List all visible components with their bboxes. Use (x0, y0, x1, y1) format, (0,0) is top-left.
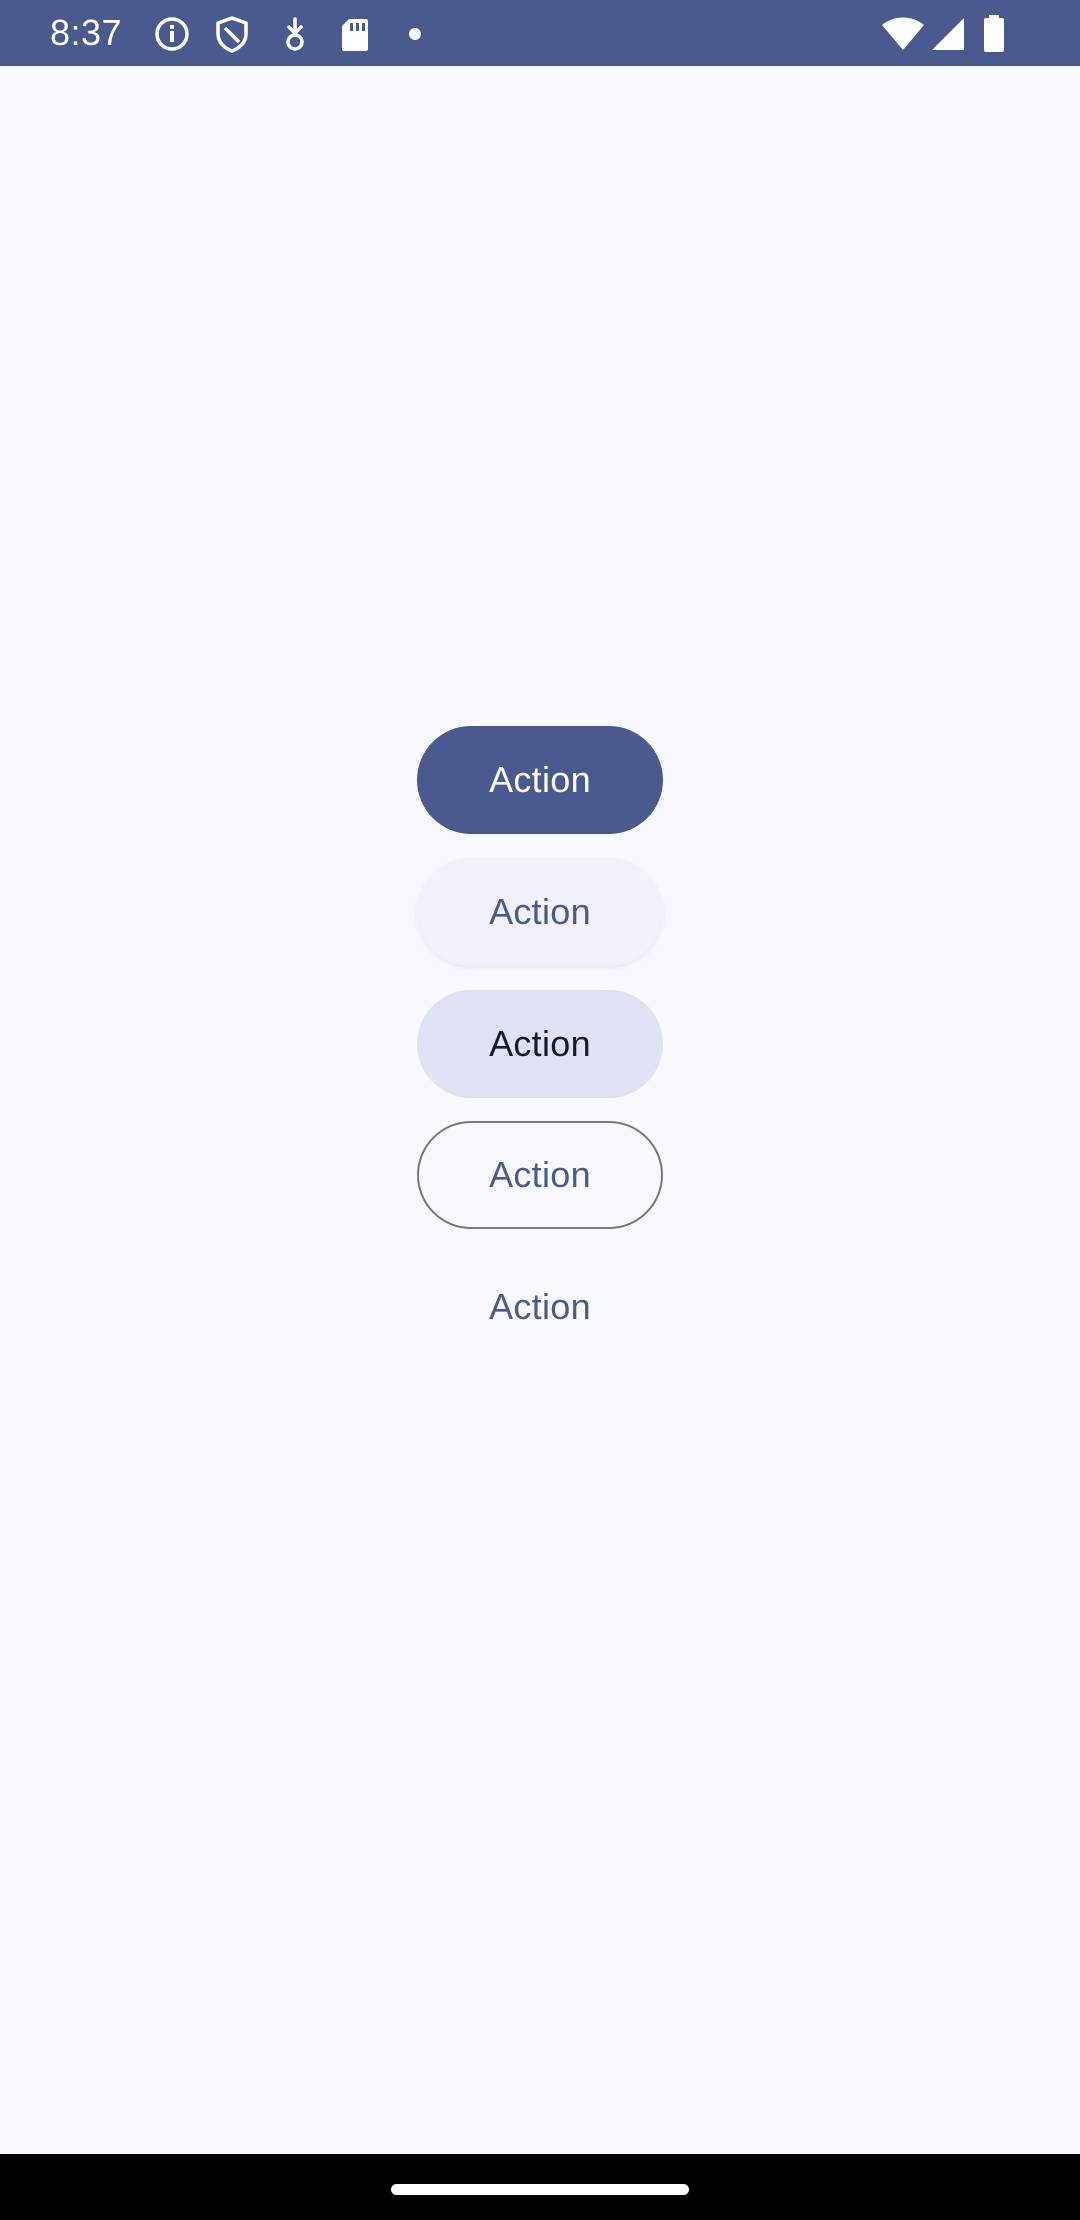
download-icon (275, 14, 315, 54)
notification-dot-icon (395, 14, 435, 54)
battery-icon (980, 14, 1008, 54)
filled-button-label: Action (489, 759, 591, 800)
sd-card-icon (335, 14, 375, 54)
tonal-button-label: Action (489, 1023, 591, 1064)
tonal-action-button[interactable]: Action (417, 990, 663, 1098)
info-icon (152, 14, 192, 54)
text-action-button[interactable]: Action (417, 1253, 663, 1361)
navigation-bar (0, 2154, 1080, 2220)
wifi-icon (880, 14, 926, 54)
elevated-button-label: Action (489, 891, 591, 932)
cell-signal-icon (928, 14, 968, 54)
outlined-action-button[interactable]: Action (417, 1121, 663, 1229)
content-area (0, 66, 1080, 2154)
status-bar: 8:37 (0, 0, 1080, 66)
shield-icon (212, 14, 252, 54)
outlined-button-label: Action (489, 1154, 591, 1195)
home-gesture-handle[interactable] (391, 2184, 689, 2195)
status-time: 8:37 (50, 12, 123, 53)
filled-action-button[interactable]: Action (417, 726, 663, 834)
elevated-action-button[interactable]: Action (417, 858, 663, 966)
text-button-label: Action (489, 1286, 591, 1327)
